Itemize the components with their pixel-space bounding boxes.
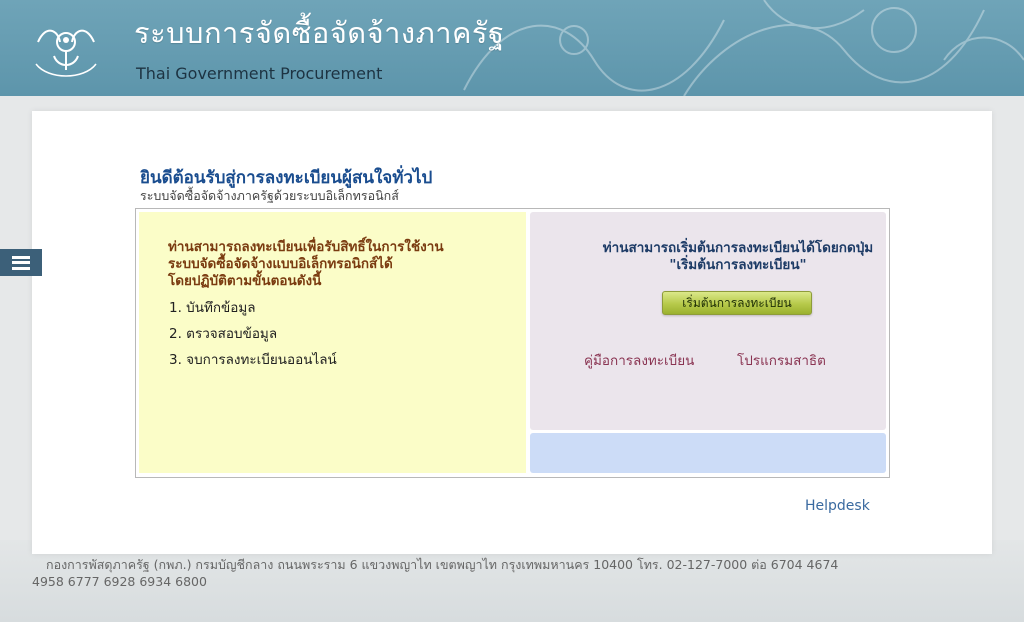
helpdesk-link[interactable]: Helpdesk <box>805 498 870 514</box>
demo-program-link[interactable]: โปรแกรมสาธิต <box>737 349 826 371</box>
welcome-subtitle: ระบบจัดซื้อจัดจ้างภาครัฐด้วยระบบอิเล็กทร… <box>140 188 399 203</box>
step-item-3: 3. จบการลงทะเบียนออนไลน์ <box>169 352 337 368</box>
instructions-heading: ท่านสามารถลงทะเบียนเพื่อรับสิทธิ์ในการใช… <box>168 239 488 290</box>
start-heading-line: ท่านสามารถเริ่มต้นการลงทะเบียนได้โดยกดปุ… <box>602 240 874 256</box>
instructions-heading-line: ท่านสามารถลงทะเบียนเพื่อรับสิทธิ์ในการใช… <box>168 239 444 255</box>
hamburger-menu-icon <box>12 255 30 270</box>
site-title-english: Thai Government Procurement <box>136 64 383 83</box>
comptroller-general-garuda-logo-icon[interactable] <box>28 12 104 88</box>
site-title-thai: ระบบการจัดซื้อจัดจ้างภาครัฐ <box>134 16 505 50</box>
instructions-heading-line: โดยปฏิบัติตามขั้นตอนดังนี้ <box>168 273 322 289</box>
hamburger-menu-button[interactable] <box>0 249 42 276</box>
start-registration-button[interactable]: เริ่มต้นการลงทะเบียน <box>662 291 812 315</box>
start-heading-line: "เริ่มต้นการลงทะเบียน" <box>669 257 807 273</box>
footer-address: กองการพัสดุภาครัฐ (กพภ.) กรมบัญชีกลาง ถน… <box>32 557 839 589</box>
info-strip <box>530 433 886 473</box>
start-registration-heading: ท่านสามารถเริ่มต้นการลงทะเบียนได้โดยกดปุ… <box>580 240 896 274</box>
header-ornament-pattern <box>463 0 1024 96</box>
registration-manual-link[interactable]: คู่มือการลงทะเบียน <box>584 349 694 371</box>
step-item-2: 2. ตรวจสอบข้อมูล <box>169 326 278 342</box>
instructions-heading-line: ระบบจัดซื้อจัดจ้างแบบอิเล็กทรอนิกส์ได้ <box>168 256 393 272</box>
step-item-1: 1. บันทึกข้อมูล <box>169 300 256 316</box>
site-header: ระบบการจัดซื้อจัดจ้างภาครัฐ Thai Governm… <box>0 0 1024 96</box>
